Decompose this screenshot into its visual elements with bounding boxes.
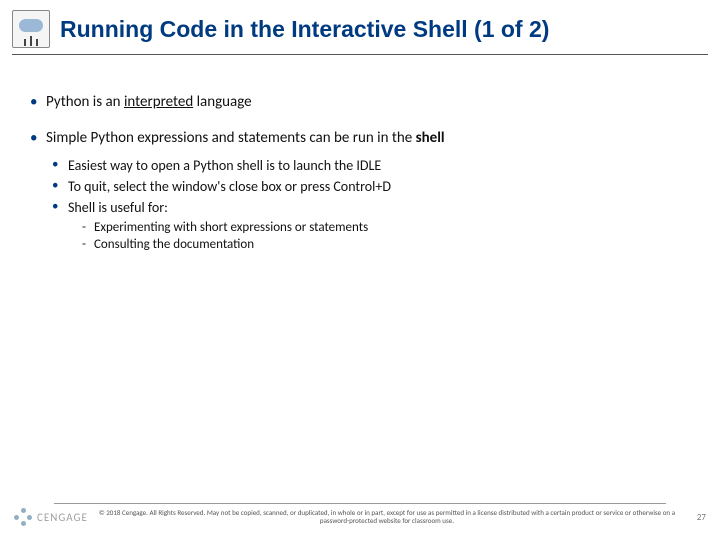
slide-content: Python is an interpreted language Simple…	[0, 55, 720, 252]
text: Python is an	[46, 93, 124, 111]
logo-text: CENGAGE	[37, 511, 88, 524]
slide-header: Running Code in the Interactive Shell (1…	[0, 0, 720, 48]
slide-title: Running Code in the Interactive Shell (1…	[60, 16, 549, 43]
bullet-level1: Simple Python expressions and statements…	[30, 129, 690, 147]
bullet-level2: Easiest way to open a Python shell is to…	[52, 157, 690, 174]
footer-row: CENGAGE © 2018 Cengage. All Rights Reser…	[14, 508, 706, 526]
cengage-logo: CENGAGE	[14, 508, 88, 526]
logo-mark-icon	[14, 508, 32, 526]
bullet-level3: Consulting the documentation	[82, 237, 690, 252]
text: Simple Python expressions and statements…	[46, 129, 416, 147]
text: language	[193, 93, 251, 111]
bullet-level3: Experimenting with short expressions or …	[82, 220, 690, 235]
page-number: 27	[676, 512, 706, 523]
bullet-level1: Python is an interpreted language	[30, 93, 690, 111]
slide-footer: CENGAGE © 2018 Cengage. All Rights Reser…	[0, 503, 720, 526]
footer-divider	[54, 503, 666, 504]
bullet-level2: To quit, select the window's close box o…	[52, 178, 690, 195]
text-bold: shell	[416, 129, 445, 147]
terminal-cloud-icon	[12, 10, 50, 48]
copyright-text: © 2018 Cengage. All Rights Reserved. May…	[98, 509, 676, 526]
text-underlined: interpreted	[124, 93, 193, 111]
bullet-level2: Shell is useful for:	[52, 199, 690, 216]
